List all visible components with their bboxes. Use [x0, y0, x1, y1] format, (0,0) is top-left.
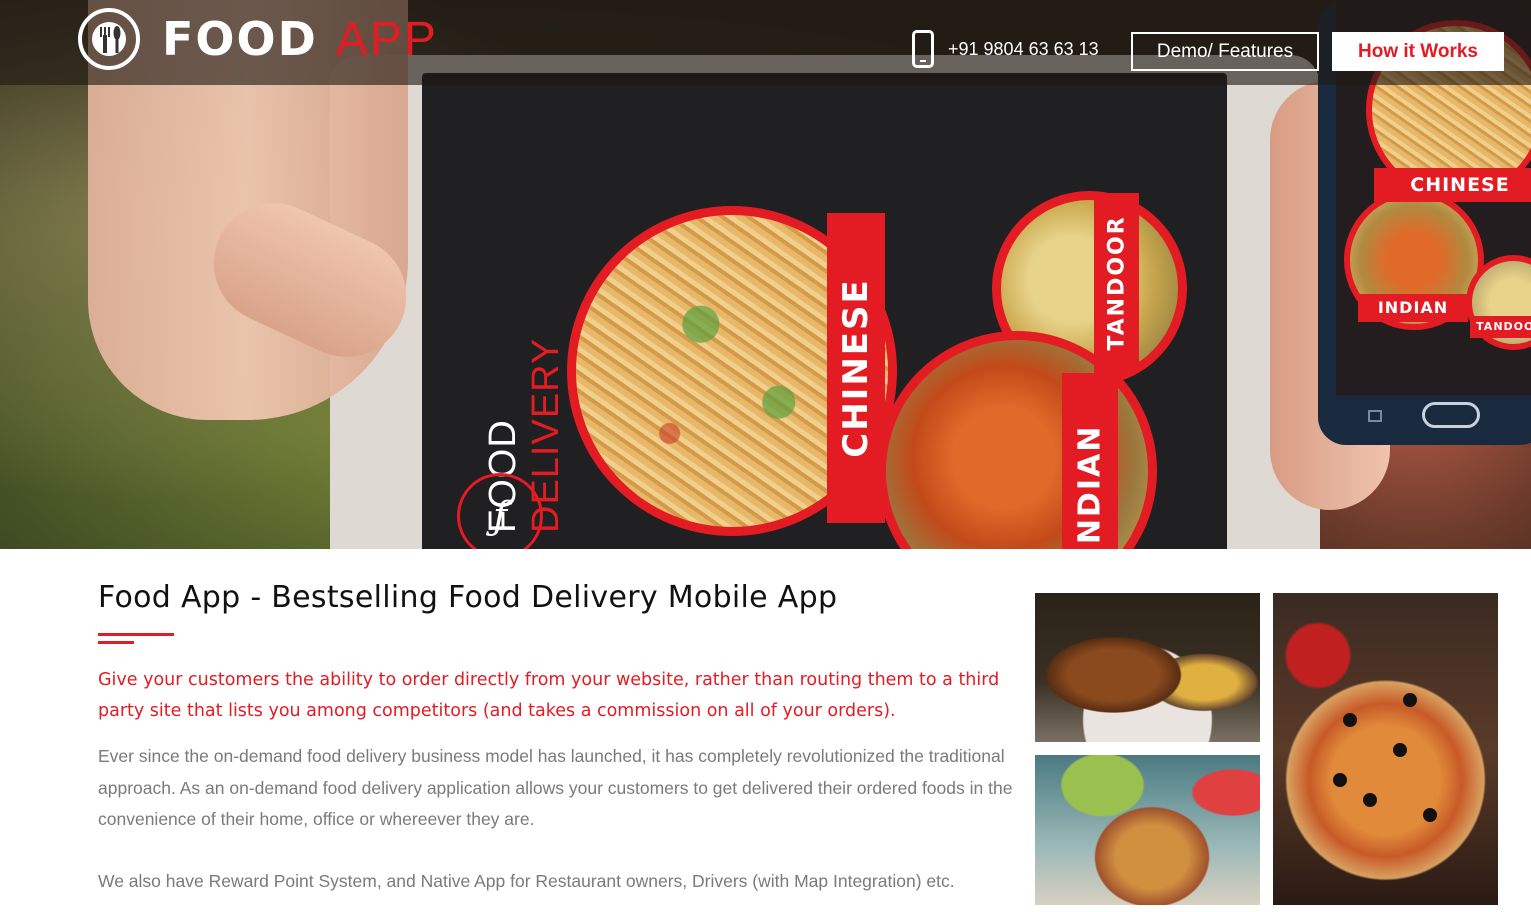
page-title: Food App - Bestselling Food Delivery Mob… [98, 580, 838, 615]
recent-apps-icon [1368, 410, 1382, 422]
phone-tandoor-label: TANDOOR [1470, 316, 1531, 338]
body-paragraph-1: Ever since the on-demand food delivery b… [98, 746, 1013, 829]
demo-features-button[interactable]: Demo/ Features [1131, 32, 1319, 71]
logo-text: FOOD APP [162, 11, 438, 66]
title-underline [98, 633, 1018, 647]
how-it-works-button[interactable]: How it Works [1332, 32, 1504, 71]
contact-phone-link[interactable]: +91 9804 63 63 13 [912, 30, 1099, 68]
chinese-label: CHINESE [827, 213, 885, 523]
phone-number: +91 9804 63 63 13 [948, 38, 1099, 59]
mobile-phone-icon [912, 30, 934, 68]
body-paragraph-2: We also have Reward Point System, and Na… [98, 870, 955, 891]
indian-label: INDIAN [1062, 373, 1118, 549]
tacos-dish-image [1035, 755, 1260, 905]
fried-chicken-image [1035, 593, 1260, 742]
pizza-image [1273, 593, 1498, 905]
home-button-icon [1422, 402, 1480, 428]
tandoor-label: TANDOOR [1094, 193, 1139, 373]
phone-indian-label: INDIAN [1358, 294, 1468, 322]
top-navbar: FOOD APP +91 9804 63 63 13 Demo/ Feature… [0, 0, 1531, 85]
fork-knife-icon [78, 8, 140, 70]
phone-chinese-label: CHINESE [1374, 168, 1531, 202]
intro-section: Food App - Bestselling Food Delivery Mob… [98, 580, 1018, 897]
brand-mark-icon: ƒ [457, 473, 543, 549]
tablet-screen: FOOD DELIVERY ƒ CHINESE TANDOOR INDIAN [422, 73, 1227, 549]
lead-text: Give your customers the ability to order… [98, 670, 1000, 721]
site-logo[interactable]: FOOD APP [78, 8, 438, 70]
